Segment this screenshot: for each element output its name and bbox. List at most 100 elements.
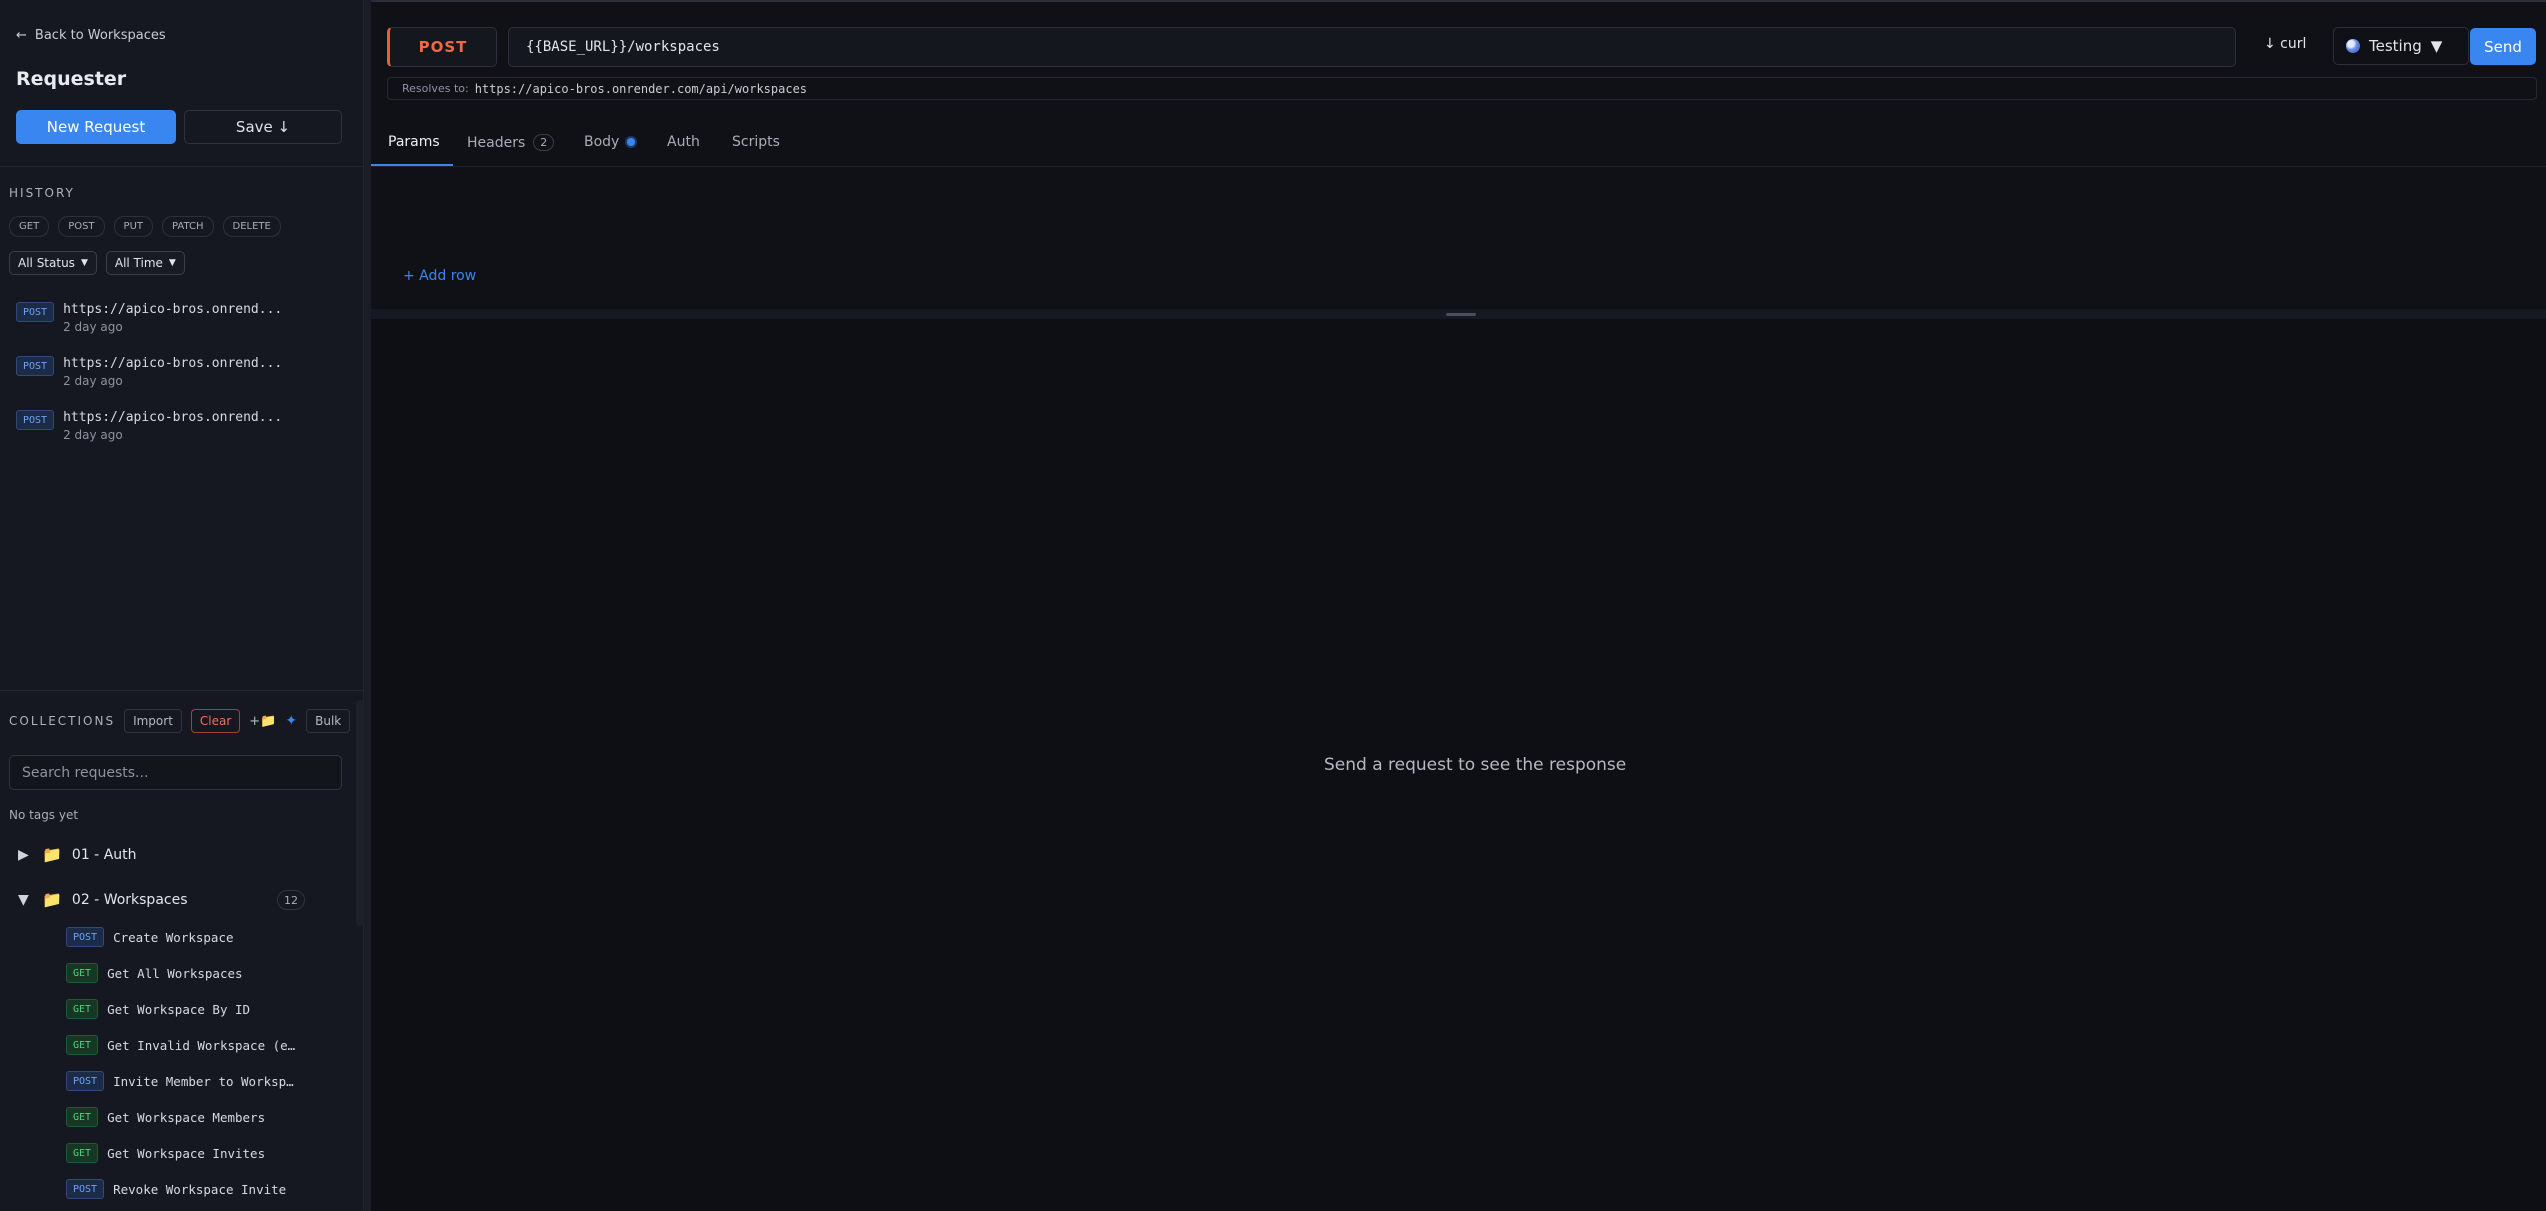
history-item[interactable]: POST https://apico-bros.onrend... 2 day … — [16, 302, 282, 334]
method-badge: GET — [66, 963, 99, 983]
tab-label: Scripts — [732, 134, 780, 150]
environment-name: Testing — [2369, 37, 2422, 55]
sparkle-icon[interactable]: ✦ — [285, 713, 297, 729]
tab-body[interactable]: Body — [584, 134, 636, 150]
filter-patch[interactable]: PATCH — [162, 216, 214, 237]
tab-headers[interactable]: Headers 2 — [467, 134, 555, 151]
collection-request[interactable]: POST Invite Member to Worksp… — [66, 1071, 294, 1091]
sidebar: ← Back to Workspaces Requester New Reque… — [0, 0, 364, 1211]
folder-icon: 📁 — [42, 845, 62, 864]
collections-heading: COLLECTIONS — [9, 714, 116, 728]
history-method-filters: GET POST PUT PATCH DELETE — [9, 216, 281, 237]
window-top-border — [0, 0, 2546, 2]
method-badge: POST — [66, 1071, 105, 1091]
sidebar-divider — [0, 166, 364, 167]
collection-request[interactable]: GET Get Invalid Workspace (e… — [66, 1035, 295, 1055]
filter-get[interactable]: GET — [9, 216, 50, 237]
collection-request[interactable]: POST Revoke Workspace Invite — [66, 1179, 286, 1199]
new-request-button[interactable]: New Request — [16, 110, 176, 144]
filter-post[interactable]: POST — [58, 216, 105, 237]
time-filter-select[interactable]: All Time ▼ — [105, 251, 185, 275]
globe-icon — [2346, 39, 2360, 53]
tab-label: Params — [388, 134, 440, 150]
folder-name: 02 - Workspaces — [71, 891, 188, 908]
back-to-workspaces-link[interactable]: ← Back to Workspaces — [16, 28, 166, 43]
add-row-button[interactable]: + Add row — [403, 268, 476, 284]
chevron-down-icon: ▼ — [168, 258, 176, 268]
import-curl-button[interactable]: ↓ curl — [2264, 36, 2306, 52]
drag-handle-icon[interactable] — [1446, 313, 1476, 316]
method-badge: POST — [16, 302, 55, 322]
resolved-url-bar: Resolves to: https://apico-bros.onrender… — [387, 77, 2537, 100]
tab-label: Headers — [467, 134, 526, 151]
method-select[interactable]: POST — [387, 27, 497, 67]
bulk-button[interactable]: Bulk — [306, 709, 351, 733]
response-empty-message: Send a request to see the response — [1324, 755, 1627, 775]
request-name: Get Workspace Invites — [107, 1145, 266, 1161]
folder-name: 01 - Auth — [71, 846, 137, 863]
method-badge: POST — [16, 410, 55, 430]
sidebar-divider — [0, 690, 364, 691]
method-badge: POST — [66, 927, 105, 947]
history-time: 2 day ago — [63, 374, 123, 388]
request-name: Revoke Workspace Invite — [113, 1181, 287, 1197]
request-tabs: Params Headers 2 Body Auth Scripts — [371, 126, 2546, 167]
tab-scripts[interactable]: Scripts — [732, 134, 780, 150]
collection-request[interactable]: GET Get Workspace Members — [66, 1107, 265, 1127]
sidebar-scrollbar[interactable] — [356, 700, 364, 926]
method-badge: GET — [66, 1035, 99, 1055]
folder-count-badge: 12 — [277, 890, 305, 910]
folder-auth[interactable]: ▶ 📁 01 - Auth — [18, 845, 137, 864]
save-button[interactable]: Save ↓ — [184, 110, 342, 144]
history-time: 2 day ago — [63, 428, 123, 442]
history-url: https://apico-bros.onrend... — [63, 410, 283, 425]
method-badge: POST — [66, 1179, 105, 1199]
tab-label: Body — [584, 134, 620, 150]
filter-delete[interactable]: DELETE — [222, 216, 281, 237]
method-badge: GET — [66, 1143, 99, 1163]
sidebar-resize-handle[interactable] — [364, 0, 371, 1211]
active-tab-indicator — [371, 164, 453, 166]
history-item[interactable]: POST https://apico-bros.onrend... 2 day … — [16, 410, 282, 442]
time-filter-value: All Time — [114, 256, 163, 270]
environment-select[interactable]: Testing ▼ — [2333, 27, 2469, 65]
history-heading: HISTORY — [9, 186, 75, 200]
history-item[interactable]: POST https://apico-bros.onrend... 2 day … — [16, 356, 282, 388]
status-filter-value: All Status — [18, 256, 75, 270]
tab-params[interactable]: Params — [388, 134, 440, 150]
resolved-url: https://apico-bros.onrender.com/api/work… — [474, 81, 808, 96]
request-name: Get Invalid Workspace (e… — [107, 1037, 296, 1053]
caret-right-icon[interactable]: ▶ — [18, 847, 32, 863]
tab-auth[interactable]: Auth — [667, 134, 700, 150]
request-name: Get Workspace Members — [107, 1109, 266, 1125]
send-button[interactable]: Send — [2470, 28, 2536, 65]
method-badge: GET — [66, 999, 99, 1019]
page-title: Requester — [16, 68, 127, 90]
add-folder-icon[interactable]: +📁 — [249, 714, 276, 729]
collection-request[interactable]: GET Get All Workspaces — [66, 963, 243, 983]
collection-request[interactable]: GET Get Workspace By ID — [66, 999, 250, 1019]
history-dropdowns: All Status ▼ All Time ▼ — [9, 251, 185, 275]
search-requests-input[interactable]: Search requests... — [9, 755, 342, 790]
url-input[interactable]: {{BASE_URL}}/workspaces — [508, 27, 2236, 67]
request-name: Get Workspace By ID — [107, 1001, 251, 1017]
collections-toolbar: COLLECTIONS Import Clear +📁 ✦ Bulk — [9, 709, 351, 733]
history-time: 2 day ago — [63, 320, 123, 334]
resolves-label: Resolves to: — [402, 82, 469, 95]
tab-label: Auth — [667, 134, 700, 150]
method-badge: POST — [16, 356, 55, 376]
headers-count-badge: 2 — [533, 134, 555, 151]
status-filter-select[interactable]: All Status ▼ — [9, 251, 97, 275]
history-url: https://apico-bros.onrend... — [63, 302, 283, 317]
filter-put[interactable]: PUT — [113, 216, 154, 237]
caret-down-icon[interactable]: ▼ — [18, 892, 32, 908]
collection-request[interactable]: GET Get Workspace Invites — [66, 1143, 265, 1163]
collection-request[interactable]: POST Create Workspace — [66, 927, 234, 947]
folder-workspaces[interactable]: ▼ 📁 02 - Workspaces — [18, 890, 188, 909]
folder-icon: 📁 — [42, 890, 62, 909]
clear-button[interactable]: Clear — [190, 709, 241, 733]
body-indicator-dot — [627, 138, 636, 146]
chevron-down-icon: ▼ — [80, 258, 88, 268]
import-button[interactable]: Import — [124, 709, 182, 733]
no-tags-label: No tags yet — [9, 808, 79, 822]
